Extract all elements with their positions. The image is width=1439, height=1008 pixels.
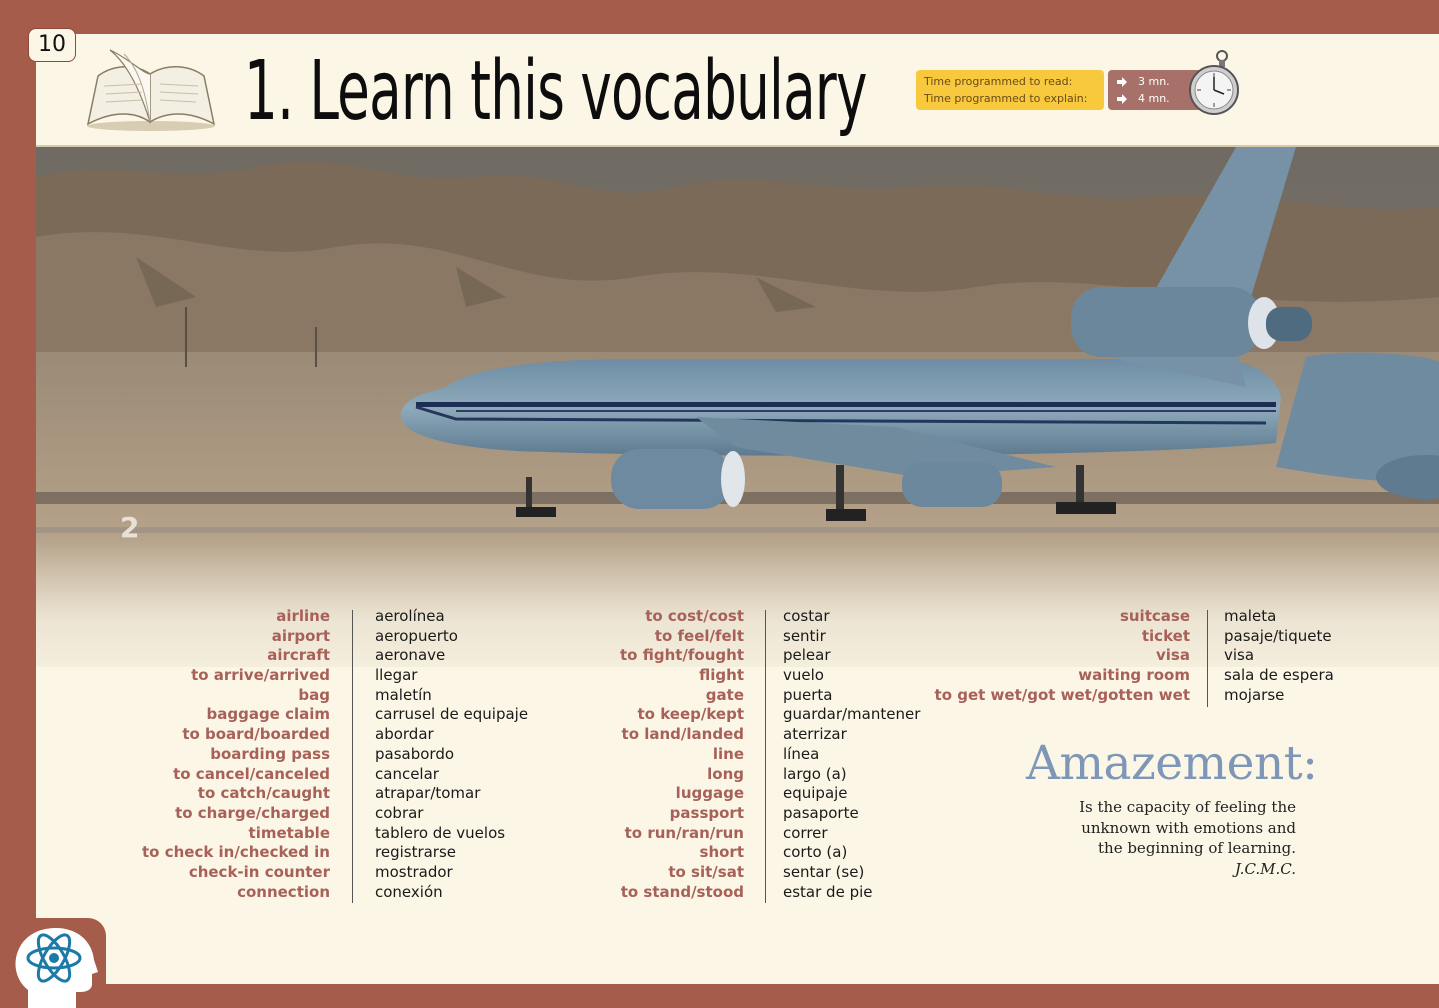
vocab-translation: atrapar/tomar	[375, 784, 481, 803]
vocab-translation: maleta	[1224, 607, 1277, 625]
column-divider	[765, 610, 766, 903]
brain-atom-icon	[15, 928, 98, 1008]
vocab-translation: cancelar	[375, 764, 439, 783]
vocab-col3-spanish: maleta pasaje/tiquete visa sala de esper…	[1224, 607, 1364, 705]
vocab-translation: aeronave	[375, 646, 446, 665]
vocab-word: to check in/checked in	[142, 843, 330, 862]
vocab-translation: costar	[783, 607, 830, 625]
vocab-translation: pasabordo	[375, 744, 455, 763]
vocab-word: aircraft	[267, 646, 330, 665]
arrow-right-icon	[1117, 94, 1127, 104]
vocab-translation: guardar/mantener	[783, 705, 921, 724]
vocab-translation: sala de espera	[1224, 666, 1334, 685]
vocab-word: airline	[276, 607, 330, 625]
quote-line: the beginning of learning.	[1098, 839, 1296, 857]
amazement-quote: Is the capacity of feeling the unknown w…	[1040, 797, 1296, 879]
vocab-word: to sit/sat	[668, 862, 744, 881]
vocab-word: suitcase	[1119, 607, 1190, 625]
vocab-word: to charge/charged	[175, 803, 330, 822]
vocab-translation: correr	[783, 823, 828, 842]
vocab-word: flight	[699, 666, 744, 685]
vocab-word: to land/landed	[621, 725, 744, 744]
quote-author: J.C.M.C.	[1234, 859, 1296, 878]
vocab-col1-spanish: aerolínea aeropuerto aeronave llegar mal…	[375, 607, 575, 902]
vocab-translation: línea	[783, 744, 820, 763]
vocab-word: airport	[271, 626, 330, 645]
vocab-translation: visa	[1224, 646, 1255, 665]
vocab-word: waiting room	[1078, 666, 1190, 685]
vocab-word: connection	[237, 882, 330, 901]
quote-line: unknown with emotions and	[1081, 818, 1296, 837]
stopwatch-icon	[1189, 50, 1239, 115]
vocab-translation: aeropuerto	[375, 626, 458, 645]
vocab-col1-english: airline airport aircraft to arrive/arriv…	[120, 607, 330, 902]
vocab-word: to stand/stood	[620, 882, 744, 901]
vocab-translation: abordar	[375, 725, 434, 744]
open-book-icon	[86, 49, 216, 131]
arrow-right-icon	[1117, 77, 1127, 87]
time-labels: Time programmed to read: Time programmed…	[916, 70, 1104, 110]
vocab-translation: llegar	[375, 666, 418, 685]
vocab-translation: vuelo	[783, 666, 824, 685]
vocab-translation: largo (a)	[783, 764, 847, 783]
vocab-word: to cost/cost	[645, 607, 744, 625]
vocab-word: visa	[1156, 646, 1190, 665]
vocab-word: luggage	[675, 784, 744, 803]
vocab-word: baggage claim	[206, 705, 330, 724]
vocab-translation: registrarse	[375, 843, 457, 862]
vocab-word: to keep/kept	[637, 705, 745, 724]
vocab-translation: equipaje	[783, 784, 848, 803]
vocab-word: long	[707, 764, 744, 783]
vocab-col2-english: to cost/cost to feel/felt to fight/fough…	[584, 607, 744, 902]
vocab-translation: mostrador	[375, 862, 453, 881]
vocab-translation: pasaporte	[783, 803, 859, 822]
vocab-translation: conexión	[375, 882, 443, 901]
vocab-col2-spanish: costar sentir pelear vuelo puerta guarda…	[783, 607, 933, 902]
column-divider	[1207, 610, 1208, 707]
vocab-word: to catch/caught	[197, 784, 330, 803]
vocab-word: to cancel/canceled	[173, 764, 330, 783]
vocab-translation: pelear	[783, 646, 831, 665]
time-read-label: Time programmed to read:	[924, 75, 1073, 88]
time-explain-label: Time programmed to explain:	[924, 92, 1088, 105]
vocab-word: check-in counter	[188, 862, 330, 881]
vocab-word: to fight/fought	[620, 646, 744, 665]
vocab-translation: puerta	[783, 685, 833, 704]
column-divider	[352, 610, 353, 903]
vocab-word: to arrive/arrived	[191, 666, 330, 685]
vocab-translation: aerolínea	[375, 607, 445, 625]
vocab-translation: corto (a)	[783, 843, 848, 862]
vocab-translation: aterrizar	[783, 725, 847, 744]
vocab-translation: tablero de vuelos	[375, 823, 506, 842]
vocab-word: gate	[705, 685, 744, 704]
vocab-word: boarding pass	[210, 744, 330, 763]
vocab-word: bag	[298, 685, 330, 704]
vocab-word: to board/boarded	[182, 725, 330, 744]
vocab-translation: mojarse	[1224, 685, 1285, 704]
vocab-word: to run/ran/run	[624, 823, 744, 842]
vocab-translation: sentir	[783, 626, 826, 645]
vocab-word: short	[699, 843, 744, 862]
vocab-word: timetable	[248, 823, 330, 842]
vocab-col3-english: suitcase ticket visa waiting room to get…	[930, 607, 1190, 705]
page-title: 1. Learn this vocabulary	[244, 44, 867, 139]
vocab-word: line	[712, 744, 744, 763]
vocab-word: ticket	[1141, 626, 1190, 645]
vocab-translation: pasaje/tiquete	[1224, 626, 1332, 645]
vocab-translation: cobrar	[375, 803, 424, 822]
vocab-translation: sentar (se)	[783, 862, 865, 881]
vocab-translation: carrusel de equipaje	[375, 705, 529, 724]
amazement-title: Amazement:	[1026, 736, 1318, 791]
vocab-translation: maletín	[375, 685, 432, 704]
vocab-word: to feel/felt	[654, 626, 744, 645]
vocab-word: passport	[669, 803, 744, 822]
vocab-word: to get wet/got wet/gotten wet	[934, 685, 1190, 704]
quote-line: Is the capacity of feeling the	[1079, 798, 1296, 816]
vocab-translation: estar de pie	[783, 882, 873, 901]
page-number: 10	[28, 28, 76, 62]
